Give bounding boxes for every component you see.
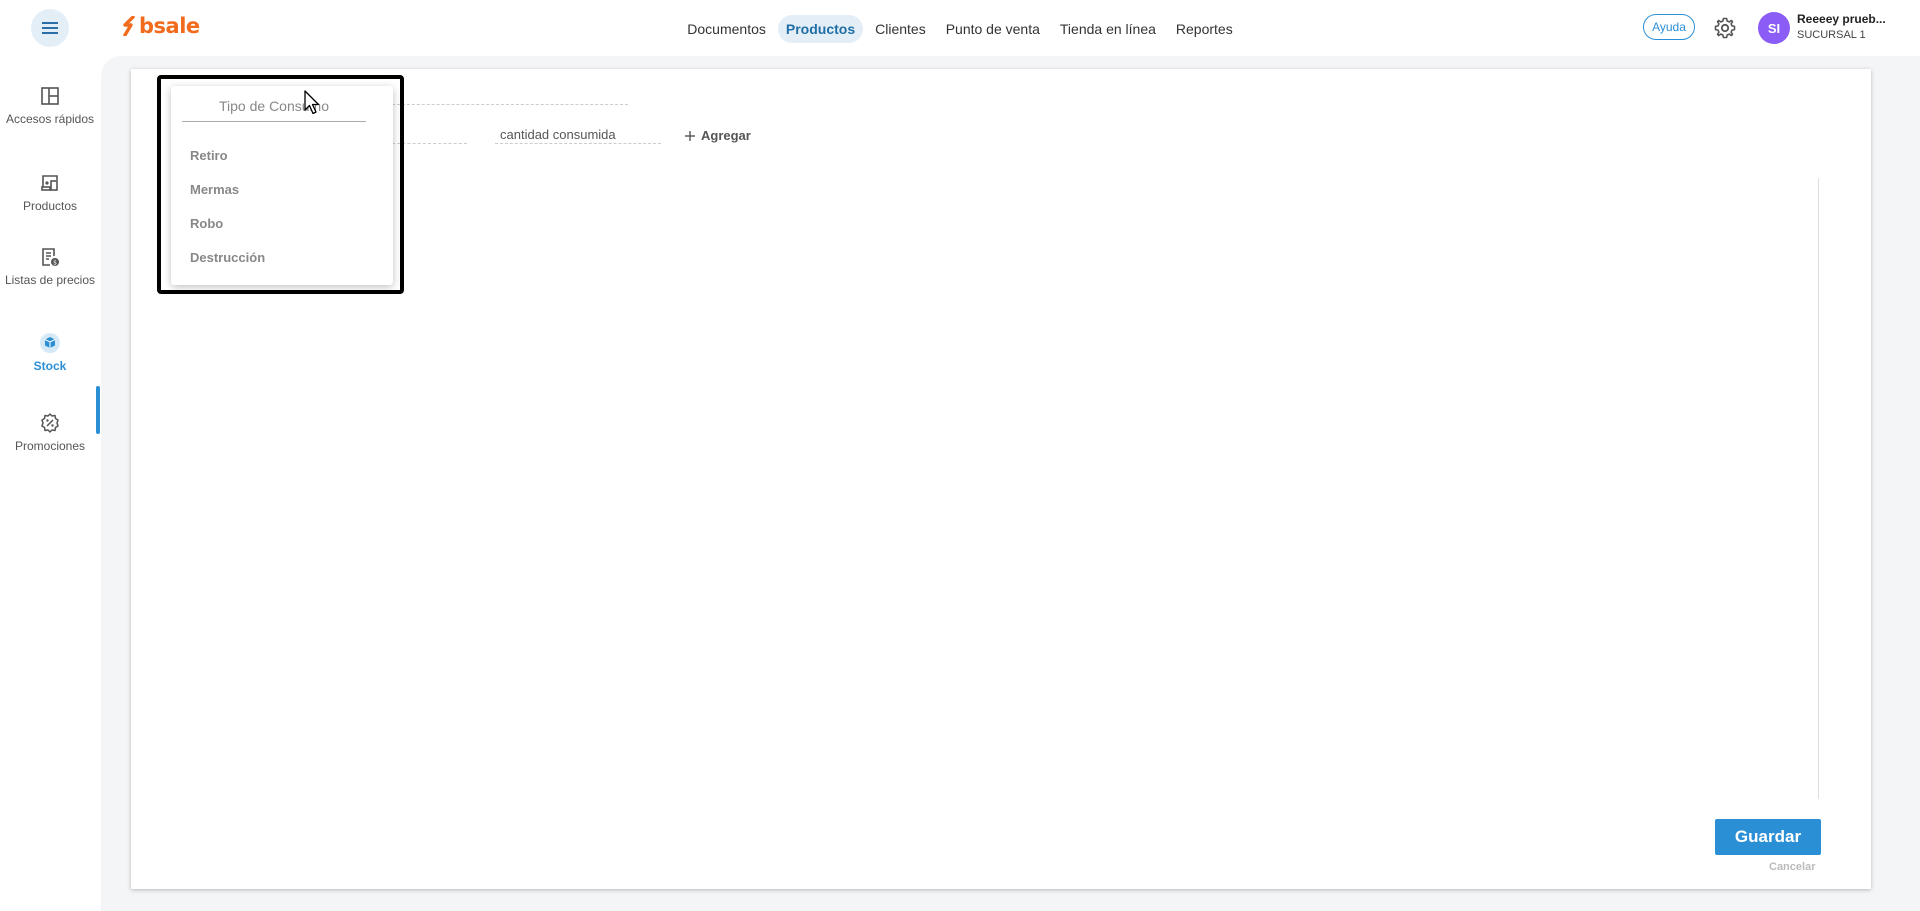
consumption-type-dropdown: Retiro Mermas Robo Destrucción <box>171 86 393 285</box>
sidebar-item-listas-de-precios[interactable]: $ Listas de precios <box>0 246 100 287</box>
quick-access-icon <box>41 87 59 105</box>
user-avatar[interactable]: SI <box>1758 12 1790 44</box>
logo-text: bsale <box>139 14 200 38</box>
hamburger-icon <box>42 22 58 34</box>
user-branch: SUCURSAL 1 <box>1797 29 1866 41</box>
price-list-icon: $ <box>42 248 59 266</box>
dropdown-option-destruccion[interactable]: Destrucción <box>190 250 265 265</box>
user-name[interactable]: Reeeey prueb... <box>1797 12 1907 26</box>
bsale-logo-mark-icon <box>123 16 135 36</box>
bsale-logo[interactable]: bsale <box>122 14 200 38</box>
save-button[interactable]: Guardar <box>1715 819 1821 855</box>
sidebar: Accesos rápidos Productos $ Listas de pr… <box>0 56 100 911</box>
dropdown-option-robo[interactable]: Robo <box>190 216 223 231</box>
sidebar-item-label: Listas de precios <box>4 273 96 287</box>
main-nav: Documentos Productos Clientes Punto de v… <box>679 15 1240 43</box>
add-button-label: Agregar <box>701 128 751 143</box>
sidebar-item-label: Stock <box>33 359 67 373</box>
sidebar-item-label: Promociones <box>14 439 86 453</box>
consumption-type-field-underline <box>392 104 628 105</box>
nav-clientes[interactable]: Clientes <box>867 15 934 43</box>
quantity-consumed-input[interactable] <box>495 126 661 144</box>
help-button[interactable]: Ayuda <box>1643 14 1695 40</box>
nav-punto-de-venta[interactable]: Punto de venta <box>938 15 1048 43</box>
sidebar-item-promociones[interactable]: Promociones <box>0 412 100 453</box>
stock-box-icon <box>40 333 60 353</box>
settings-gear-icon[interactable] <box>1713 16 1737 40</box>
promotions-icon <box>41 413 59 433</box>
sidebar-item-stock[interactable]: Stock <box>0 332 100 373</box>
top-bar: bsale Documentos Productos Clientes Punt… <box>0 0 1920 56</box>
dropdown-option-retiro[interactable]: Retiro <box>190 148 228 163</box>
svg-text:$: $ <box>53 259 57 266</box>
sidebar-item-label: Accesos rápidos <box>5 112 95 126</box>
dropdown-option-mermas[interactable]: Mermas <box>190 182 239 197</box>
nav-productos[interactable]: Productos <box>777 15 864 43</box>
hamburger-menu-button[interactable] <box>31 9 69 47</box>
consumption-type-search-input[interactable] <box>182 97 366 122</box>
products-icon <box>41 175 58 191</box>
nav-reportes[interactable]: Reportes <box>1168 15 1241 43</box>
sidebar-item-productos[interactable]: Productos <box>0 172 100 213</box>
nav-documentos[interactable]: Documentos <box>679 15 774 43</box>
cancel-link[interactable]: Cancelar <box>1769 861 1815 873</box>
mouse-pointer-icon <box>304 90 320 115</box>
sidebar-item-label: Productos <box>22 199 78 213</box>
nav-tienda-en-linea[interactable]: Tienda en línea <box>1052 15 1164 43</box>
scroll-divider <box>1818 178 1819 799</box>
add-button[interactable]: Agregar <box>685 128 751 143</box>
plus-icon <box>685 130 695 141</box>
sidebar-item-accesos-rapidos[interactable]: Accesos rápidos <box>0 85 100 126</box>
